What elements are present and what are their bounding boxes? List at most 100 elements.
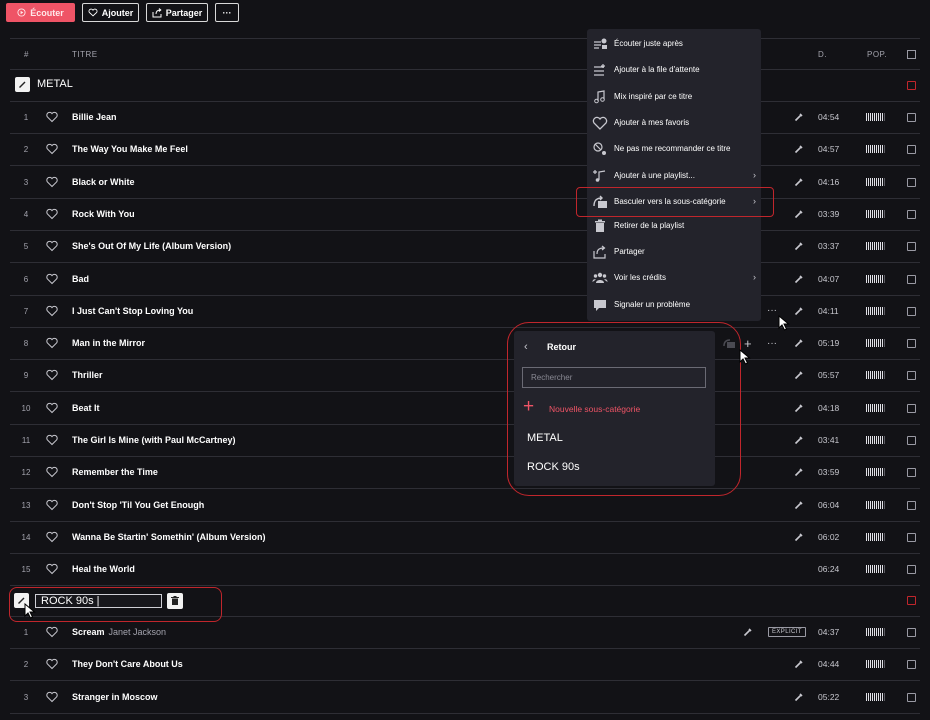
track-checkbox[interactable] (907, 113, 916, 122)
favorite-heart-icon[interactable] (46, 531, 58, 543)
edit-track-icon[interactable] (794, 144, 804, 154)
select-all-checkbox[interactable] (907, 50, 916, 59)
track-row[interactable]: 3 Black or White 04:16 (10, 167, 920, 199)
track-title[interactable]: The Girl Is Mine (with Paul McCartney) (72, 435, 236, 445)
track-title[interactable]: Man in the Mirror (72, 338, 145, 348)
track-checkbox[interactable] (907, 209, 916, 219)
track-checkbox[interactable] (907, 692, 916, 702)
menu-item-no-recommend[interactable]: Ne pas me recommander ce titre (587, 136, 761, 162)
track-checkbox[interactable] (907, 339, 916, 349)
edit-track-icon[interactable] (794, 274, 804, 284)
track-row[interactable]: 2 They Don't Care About Us 04:44 (10, 649, 920, 682)
track-row[interactable]: 12 Remember the Time 03:59 (10, 457, 920, 490)
menu-item-play-next[interactable]: Écouter juste après (587, 31, 761, 57)
favorite-heart-icon[interactable] (46, 499, 58, 511)
track-checkbox[interactable] (907, 242, 916, 252)
menu-item-credits[interactable]: Voir les crédits › (587, 265, 761, 291)
edit-track-icon[interactable] (794, 692, 804, 702)
menu-item-add-playlist[interactable]: Ajouter à une playlist... › (587, 163, 761, 189)
track-row[interactable]: 10 Beat It 04:18 (10, 393, 920, 425)
favorite-heart-icon[interactable] (46, 240, 58, 252)
edit-track-icon[interactable] (794, 306, 804, 316)
track-checkbox[interactable] (907, 306, 916, 316)
edit-track-icon[interactable] (794, 177, 804, 187)
track-title[interactable]: Don't Stop 'Til You Get Enough (72, 500, 204, 510)
track-checkbox[interactable] (907, 403, 916, 413)
favorite-heart-icon[interactable] (46, 626, 58, 638)
track-title[interactable]: Stranger in Moscow (72, 692, 158, 702)
edit-track-icon[interactable] (794, 500, 804, 510)
edit-section-button[interactable] (15, 77, 30, 92)
row-more-button[interactable]: ··· (767, 305, 777, 316)
track-row[interactable]: 9 Thriller 05:57 (10, 360, 920, 393)
track-checkbox[interactable] (907, 468, 916, 478)
track-artist[interactable]: Janet Jackson (109, 627, 167, 637)
track-title[interactable]: Black or White (72, 177, 135, 187)
track-checkbox[interactable] (907, 274, 916, 284)
track-checkbox[interactable] (907, 660, 916, 670)
track-title[interactable]: Thriller (72, 370, 103, 380)
favorite-heart-icon[interactable] (46, 208, 58, 220)
track-checkbox[interactable] (907, 500, 916, 510)
track-row[interactable]: 6 Bad 04:07 (10, 264, 920, 296)
track-title[interactable]: Beat It (72, 403, 100, 413)
menu-item-heart[interactable]: Ajouter à mes favoris (587, 110, 761, 136)
track-title[interactable]: The Way You Make Me Feel (72, 144, 188, 154)
track-title[interactable]: They Don't Care About Us (72, 659, 183, 669)
favorite-heart-icon[interactable] (46, 143, 58, 155)
track-checkbox[interactable] (907, 532, 916, 542)
track-row[interactable]: 11 The Girl Is Mine (with Paul McCartney)… (10, 425, 920, 457)
track-row[interactable]: 2 The Way You Make Me Feel 04:57 (10, 134, 920, 167)
edit-track-icon[interactable] (794, 209, 804, 219)
menu-item-share[interactable]: Partager (587, 239, 761, 265)
track-checkbox[interactable] (907, 436, 916, 445)
favorite-heart-icon[interactable] (46, 691, 58, 703)
favorite-heart-icon[interactable] (46, 466, 58, 478)
track-title[interactable]: Bad (72, 274, 89, 284)
edit-track-icon[interactable] (794, 241, 804, 251)
track-checkbox[interactable] (907, 145, 916, 155)
section-checkbox[interactable] (907, 596, 916, 605)
favorite-heart-icon[interactable] (46, 337, 58, 349)
more-options-button[interactable]: ··· (215, 3, 239, 22)
track-row[interactable]: 14 Wanna Be Startin' Somethin' (Album Ver… (10, 522, 920, 554)
favorite-heart-icon[interactable] (46, 305, 58, 317)
edit-track-icon[interactable] (794, 112, 804, 122)
track-checkbox[interactable] (907, 371, 916, 381)
section-checkbox[interactable] (907, 81, 916, 90)
track-checkbox[interactable] (907, 177, 916, 187)
edit-track-icon[interactable] (743, 627, 753, 637)
menu-item-music-note[interactable]: Mix inspiré par ce titre (587, 84, 761, 110)
track-title[interactable]: Wanna Be Startin' Somethin' (Album Versi… (72, 532, 265, 542)
edit-track-icon[interactable] (794, 403, 804, 413)
track-row[interactable]: 5 She's Out Of My Life (Album Version) 03:… (10, 231, 920, 264)
favorite-heart-icon[interactable] (46, 658, 58, 670)
menu-item-report[interactable]: Signaler un problème (587, 292, 761, 318)
favorite-heart-icon[interactable] (46, 434, 58, 446)
edit-track-icon[interactable] (794, 659, 804, 669)
menu-item-queue[interactable]: Ajouter à la file d'attente (587, 57, 761, 83)
track-checkbox[interactable] (907, 628, 916, 637)
favorite-heart-icon[interactable] (46, 402, 58, 414)
edit-track-icon[interactable] (794, 532, 804, 542)
share-button[interactable]: Partager (146, 3, 208, 22)
favorite-heart-icon[interactable] (46, 273, 58, 285)
edit-track-icon[interactable] (794, 370, 804, 380)
favorite-heart-icon[interactable] (46, 111, 58, 123)
track-row[interactable]: 13 Don't Stop 'Til You Get Enough 06:04 (10, 490, 920, 522)
favorite-heart-icon[interactable] (46, 176, 58, 188)
edit-track-icon[interactable] (794, 467, 804, 477)
track-title[interactable]: I Just Can't Stop Loving You (72, 306, 193, 316)
add-button[interactable]: Ajouter (82, 3, 139, 22)
track-title[interactable]: Scream Janet Jackson (72, 627, 166, 637)
track-checkbox[interactable] (907, 565, 916, 575)
edit-track-icon[interactable] (794, 435, 804, 445)
track-row[interactable]: 15 Heal the World 06:24 (10, 554, 920, 587)
listen-button[interactable]: Écouter (6, 3, 75, 22)
track-title[interactable]: Rock With You (72, 209, 135, 219)
track-row[interactable]: 4 Rock With You 03:39 (10, 199, 920, 231)
favorite-heart-icon[interactable] (46, 563, 58, 575)
track-title[interactable]: Remember the Time (72, 467, 158, 477)
edit-track-icon[interactable] (794, 338, 804, 348)
track-row[interactable]: 1 Billie Jean 04:54 (10, 102, 920, 134)
